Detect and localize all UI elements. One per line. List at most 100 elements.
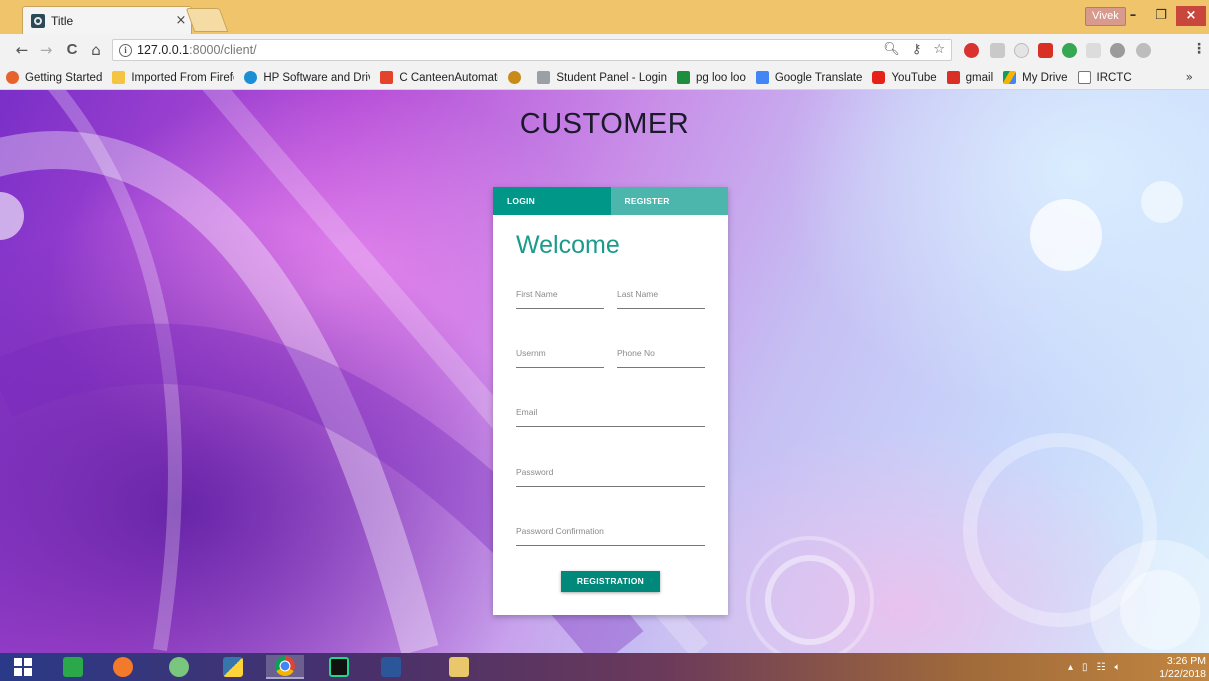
first-name-field [516,281,604,309]
new-tab-button[interactable] [185,8,229,32]
back-button[interactable]: ← [12,41,32,59]
tab-favicon-icon [31,13,45,28]
adblock-extension-icon[interactable] [964,43,979,58]
password-confirm-input[interactable] [516,518,705,536]
tab-login[interactable]: LOGIN [493,187,611,215]
folder-icon [112,71,126,84]
bookmark-item[interactable]: IRCTC [1077,71,1132,84]
taskbar-app[interactable] [440,655,478,679]
taskbar-app[interactable] [54,655,92,679]
url-host: 127.0.0.1 [137,43,190,57]
chrome-menu-icon[interactable]: ⋮ [1192,41,1206,57]
hp-icon [244,71,258,84]
drive-icon [1003,71,1017,84]
bookmark-item[interactable]: C CanteenAutomatio [380,71,498,84]
gitlab-icon [380,71,394,84]
gmail-checker-icon[interactable] [1038,43,1053,58]
registration-card: LOGIN REGISTER Welcome REGISTRATION [493,187,728,615]
network-icon[interactable]: ☷ [1097,662,1106,673]
taskbar-app[interactable] [266,655,304,679]
bookmark-item[interactable]: Student Panel - Login [537,71,667,84]
clock-time: 3:26 PM [1166,655,1206,667]
username-input[interactable] [516,340,604,358]
restore-button[interactable]: ❐ [1148,6,1174,26]
forward-button[interactable]: → [36,41,56,59]
star-icon[interactable]: ☆ [933,42,945,57]
page-icon [537,71,551,84]
email-input[interactable] [516,399,705,417]
taskbar-app[interactable] [320,655,358,679]
bookmark-label: YouTube [891,71,937,84]
taskbar-app[interactable] [372,655,410,679]
welcome-heading: Welcome [516,231,620,259]
bookmark-label: Getting Started [25,71,103,84]
page-title: CUSTOMER [519,108,690,140]
gmail-icon [946,71,960,84]
reload-button[interactable]: C [62,41,82,59]
extension-shield-icon[interactable] [1014,43,1029,58]
minimize-button[interactable]: – [1120,6,1146,26]
bookmark-label: My Drive [1022,71,1068,84]
taskbar-clock[interactable]: 3:26 PM 1/22/2018 [1148,655,1206,681]
taskbar-app[interactable] [160,655,198,679]
clock-date: 1/22/2018 [1159,668,1206,680]
bookmark-item[interactable]: gmail [946,71,994,84]
bookmarks-overflow-icon[interactable]: » [1186,70,1193,84]
phone-input[interactable] [617,340,705,358]
info-icon[interactable]: i [119,43,132,57]
grammarly-icon[interactable] [1062,43,1077,58]
bookmark-item[interactable]: Google Translate [755,71,863,84]
tray-overflow-icon[interactable]: ▴ [1068,662,1073,673]
bookmark-label: gmail [965,71,994,84]
first-name-input[interactable] [516,281,604,299]
opera-icon[interactable] [1110,43,1125,58]
android-studio-icon [169,657,189,677]
username-field [516,340,604,368]
browser-toolbar: ← → C ⌂ i 127.0.0.1:8000/client/ 🔍︎ ⚷ ☆ … [0,34,1209,66]
bookmark-folder[interactable]: Imported From Firefo [112,71,234,84]
home-button[interactable]: ⌂ [86,41,106,59]
extension-a-icon[interactable] [990,43,1005,58]
bookmark-label: IRCTC [1096,71,1132,84]
windows-taskbar: ▴ ▯ ☷ 🔈︎ 3:26 PM 1/22/2018 [0,653,1209,681]
start-button[interactable] [4,655,42,679]
last-name-input[interactable] [617,281,705,299]
taskbar-app[interactable] [104,655,142,679]
word-icon [381,657,401,677]
email-field [516,399,705,427]
bookmark-item[interactable]: Getting Started [6,71,102,84]
password-input[interactable] [516,459,705,477]
address-bar[interactable]: i 127.0.0.1:8000/client/ 🔍︎ ⚷ ☆ [112,39,952,61]
bookmark-item[interactable] [508,71,527,84]
bookmark-item[interactable]: pg loo loo [676,71,746,84]
browser-tab[interactable]: Title × [22,6,192,34]
key-icon[interactable]: ⚷ [912,42,922,57]
file-explorer-icon [449,657,469,677]
close-window-button[interactable]: × [1176,6,1206,26]
blank-page-icon [1077,71,1091,84]
volume-icon[interactable]: 🔈︎ [1115,662,1121,673]
sheets-icon [676,71,690,84]
extension-cog-icon[interactable] [1136,43,1151,58]
bookmark-label: Google Translate [774,71,863,84]
extension-tray-icon[interactable] [1086,43,1101,58]
bookmark-item[interactable]: YouTube [872,71,937,84]
system-tray: ▴ ▯ ☷ 🔈︎ [1068,653,1121,681]
bookmark-label: Student Panel - Login [556,71,667,84]
tab-title: Title [51,13,74,28]
last-name-field [617,281,705,309]
store-icon [63,657,83,677]
page-viewport: CUSTOMER LOGIN REGISTER Welcome REGISTRA… [0,90,1209,653]
battery-icon[interactable]: ▯ [1082,662,1088,673]
registration-button[interactable]: REGISTRATION [561,571,660,592]
chrome-icon [275,656,295,676]
zoom-icon[interactable]: 🔍︎ [883,42,900,57]
bookmark-item[interactable]: My Drive [1003,71,1068,84]
tab-register[interactable]: REGISTER [611,187,729,215]
translate-icon [755,71,769,84]
firefox-icon [6,71,19,84]
bookmark-item[interactable]: HP Software and Driv [244,71,370,84]
bookmark-label: HP Software and Driv [263,71,371,84]
python-icon [223,657,243,677]
taskbar-app[interactable] [214,655,252,679]
